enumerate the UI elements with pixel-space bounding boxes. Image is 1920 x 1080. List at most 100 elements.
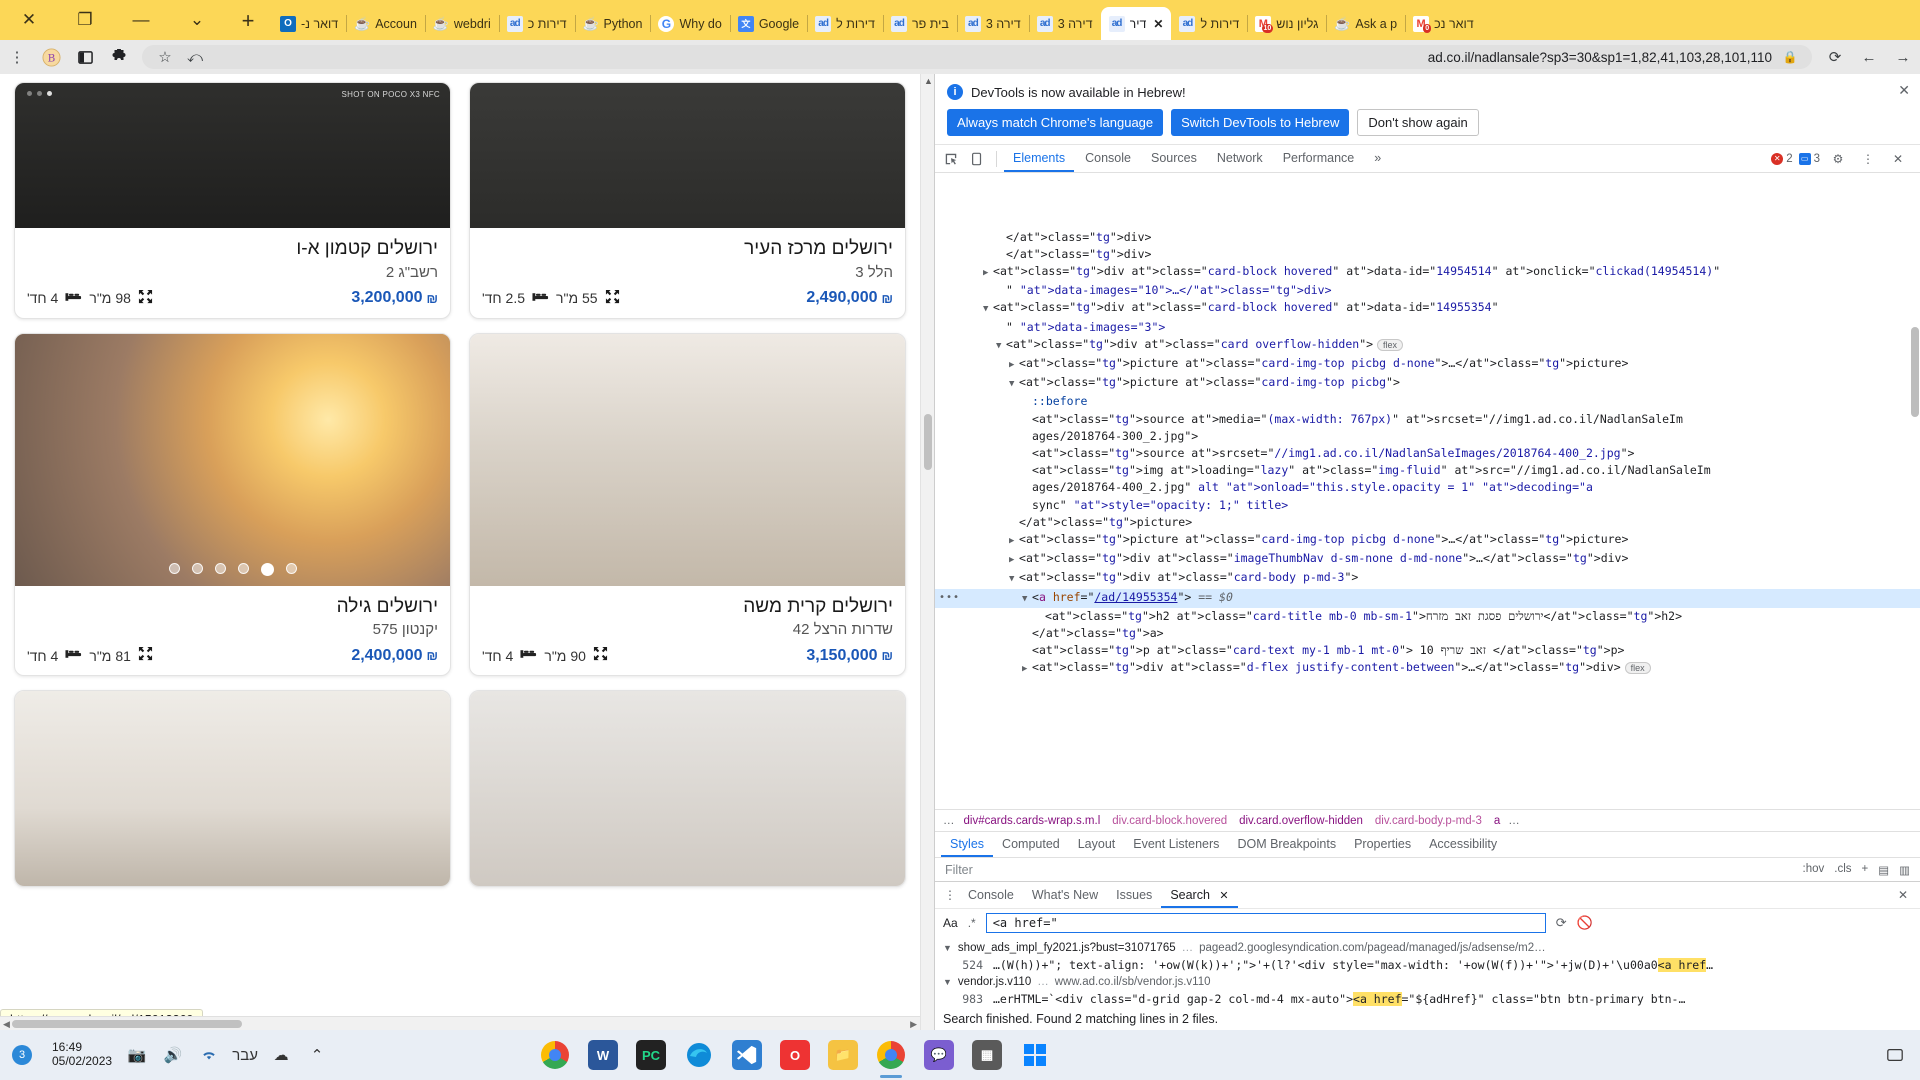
- tab-sources[interactable]: Sources: [1142, 145, 1206, 172]
- expand-twisty-icon[interactable]: ▶: [1009, 552, 1019, 569]
- carousel-dot[interactable]: [260, 562, 274, 576]
- browser-tab-5[interactable]: G Why do: [650, 7, 729, 40]
- scroll-left-arrow-icon[interactable]: ◀: [3, 1017, 10, 1030]
- dom-node-line[interactable]: ▼ <at">class="tg">picture at">class="card…: [935, 374, 1920, 393]
- image-carousel-dots[interactable]: [15, 562, 450, 576]
- reload-icon[interactable]: ⟳: [1818, 42, 1852, 72]
- side-panel-icon[interactable]: [68, 42, 102, 72]
- browser-tab-2[interactable]: ☕ webdri: [424, 7, 499, 40]
- carousel-dot[interactable]: [214, 562, 226, 574]
- expand-twisty-icon[interactable]: ▼: [996, 338, 1006, 355]
- browser-tab-6[interactable]: 文 Google: [729, 7, 807, 40]
- edge-icon[interactable]: [684, 1040, 714, 1070]
- dom-node-line[interactable]: ▶ <at">class="tg">picture at">class="card…: [935, 531, 1920, 550]
- search-result-file[interactable]: ▼ vendor.js.v110 … www.ad.co.il/sb/vendor.j…: [935, 974, 1920, 990]
- extensions-icon[interactable]: [102, 42, 136, 72]
- hov-toggle[interactable]: :hov: [1803, 863, 1825, 877]
- dom-node-line[interactable]: <at">class="tg">p at">class="card-text m…: [935, 642, 1920, 659]
- computed-sidebar-icon[interactable]: ▥: [1899, 863, 1910, 877]
- tab-network[interactable]: Network: [1208, 145, 1272, 172]
- dom-node-line[interactable]: </at">class="tg">div>: [935, 229, 1920, 246]
- chevron-up-icon[interactable]: ⌃: [306, 1044, 328, 1066]
- vscode-icon[interactable]: [732, 1040, 762, 1070]
- browser-tab-14[interactable]: ☕ Ask a p: [1326, 7, 1405, 40]
- expand-twisty-icon[interactable]: ▼: [943, 977, 952, 987]
- volume-icon[interactable]: 🔊: [162, 1044, 184, 1066]
- language-indicator[interactable]: עבר: [232, 1044, 258, 1066]
- windows-icon[interactable]: [1020, 1040, 1050, 1070]
- listing-card[interactable]: ירושלים גילה יקנטון 575 ₪ 2,400,000 81 מ"ר 4 …: [14, 332, 451, 677]
- drawer-tab-issues[interactable]: Issues: [1107, 883, 1161, 908]
- close-icon[interactable]: ✕: [1886, 147, 1910, 171]
- expand-icon[interactable]: [138, 646, 153, 665]
- dom-node-line[interactable]: </at">class="tg">a>: [935, 625, 1920, 642]
- tab-properties[interactable]: Properties: [1345, 832, 1420, 857]
- dom-node-line[interactable]: </at">class="tg">picture>: [935, 514, 1920, 531]
- drawer-tab-search[interactable]: Search ✕: [1161, 883, 1238, 908]
- expand-twisty-icon[interactable]: ▼: [983, 301, 993, 318]
- dom-node-line[interactable]: <at">class="tg">source at">srcset="//img…: [935, 445, 1920, 462]
- browser-tab-0[interactable]: O דואר נ-: [272, 7, 346, 40]
- listing-image[interactable]: [15, 691, 450, 887]
- listing-card[interactable]: SHOT ON POCO X3 NFC ירושלים קטמון א-ו רשב"…: [14, 82, 451, 319]
- expand-twisty-icon[interactable]: ▶: [983, 265, 993, 282]
- expand-twisty-icon[interactable]: ▼: [1022, 591, 1032, 608]
- scroll-right-arrow-icon[interactable]: ▶: [910, 1017, 917, 1030]
- toggle-element-state-icon[interactable]: ▤: [1878, 863, 1889, 877]
- match-case-icon[interactable]: Aa: [943, 916, 958, 930]
- listing-card[interactable]: ירושלים מרכז העיר הלל 3 ₪ 2,490,000 55 מ"ר 2.…: [469, 82, 906, 319]
- expand-icon[interactable]: [138, 289, 153, 308]
- tab-styles[interactable]: Styles: [941, 832, 994, 857]
- horizontal-scroll-thumb[interactable]: [12, 1020, 242, 1028]
- dom-node-line[interactable]: <at">class="tg">img at">loading="lazy" a…: [935, 462, 1920, 479]
- carousel-dot[interactable]: [191, 562, 203, 574]
- dom-node-line[interactable]: <at">class="tg">h2 at">class="card-title…: [935, 608, 1920, 625]
- kebab-menu-icon[interactable]: ⋮: [941, 888, 959, 902]
- listing-title[interactable]: ירושלים קטמון א-ו: [27, 236, 438, 262]
- drawer-tab-whats-new[interactable]: What's New: [1023, 883, 1107, 908]
- expand-twisty-icon[interactable]: ▶: [1009, 357, 1019, 374]
- browser-tab-15[interactable]: M 0 דואר נכ: [1405, 7, 1482, 40]
- kebab-menu-icon[interactable]: ⋮: [0, 42, 34, 72]
- listing-card[interactable]: [14, 690, 451, 888]
- browser-tab-12[interactable]: ad דירות ל: [1171, 7, 1247, 40]
- browser-tab-13[interactable]: M 10 גליון נוש: [1247, 7, 1326, 40]
- tab-event-listeners[interactable]: Event Listeners: [1124, 832, 1228, 857]
- message-count-badge[interactable]: ▭ 3: [1798, 152, 1820, 165]
- breadcrumb-item[interactable]: div.card-body.p-md-3: [1369, 815, 1488, 827]
- refresh-icon[interactable]: ⟳: [1556, 915, 1567, 931]
- tab-layout[interactable]: Layout: [1069, 832, 1125, 857]
- search-result-file[interactable]: ▼ show_ads_impl_fy2021.js?bust=31071765 … p…: [935, 940, 1920, 956]
- breadcrumb-item[interactable]: div.card.overflow-hidden: [1233, 815, 1369, 827]
- carousel-dot[interactable]: [285, 562, 297, 574]
- dom-node-line[interactable]: ▶ <at">class="tg">picture at">class="card…: [935, 355, 1920, 374]
- new-tab-button[interactable]: +: [232, 5, 264, 37]
- vertical-scroll-thumb[interactable]: [924, 414, 932, 470]
- tab-console[interactable]: Console: [1076, 145, 1140, 172]
- dom-node-line[interactable]: ••• ▼ <a href="/ad/14955354"> == $0: [935, 588, 1920, 608]
- dom-node-line[interactable]: sync" "at">style="opacity: 1;" title>: [935, 497, 1920, 514]
- close-icon[interactable]: ✕: [1898, 82, 1910, 99]
- browser-tab-7[interactable]: ad דירות ל: [807, 7, 883, 40]
- tab-computed[interactable]: Computed: [993, 832, 1069, 857]
- dom-node-line[interactable]: ::before: [935, 393, 1920, 410]
- calculator-icon[interactable]: ▦: [972, 1040, 1002, 1070]
- node-menu-icon[interactable]: •••: [939, 589, 960, 606]
- expand-twisty-icon[interactable]: ▼: [943, 943, 952, 953]
- tab-search-chevron-icon[interactable]: ⌄: [184, 7, 210, 33]
- browser-tab-9[interactable]: ad דירה 3: [956, 7, 1029, 40]
- folder-icon[interactable]: 📁: [828, 1040, 858, 1070]
- error-count-badge[interactable]: ✕ 2: [1771, 152, 1793, 165]
- expand-icon[interactable]: [605, 289, 620, 308]
- scroll-up-arrow-icon[interactable]: ▲: [924, 76, 933, 86]
- listing-image[interactable]: SHOT ON POCO X3 NFC: [15, 83, 450, 228]
- dom-node-line[interactable]: ▶ <at">class="tg">div at">class="d-flex j…: [935, 659, 1920, 678]
- clear-icon[interactable]: 🚫: [1577, 915, 1593, 931]
- opera-icon[interactable]: O: [780, 1040, 810, 1070]
- filter-input[interactable]: Filter: [945, 863, 973, 877]
- share-icon[interactable]: ⤺: [184, 42, 206, 72]
- browser-tab-3[interactable]: ad דירות כ: [498, 7, 575, 40]
- back-arrow-icon[interactable]: ←: [1852, 42, 1886, 72]
- tab-accessibility[interactable]: Accessibility: [1420, 832, 1506, 857]
- cls-toggle[interactable]: .cls: [1834, 863, 1851, 877]
